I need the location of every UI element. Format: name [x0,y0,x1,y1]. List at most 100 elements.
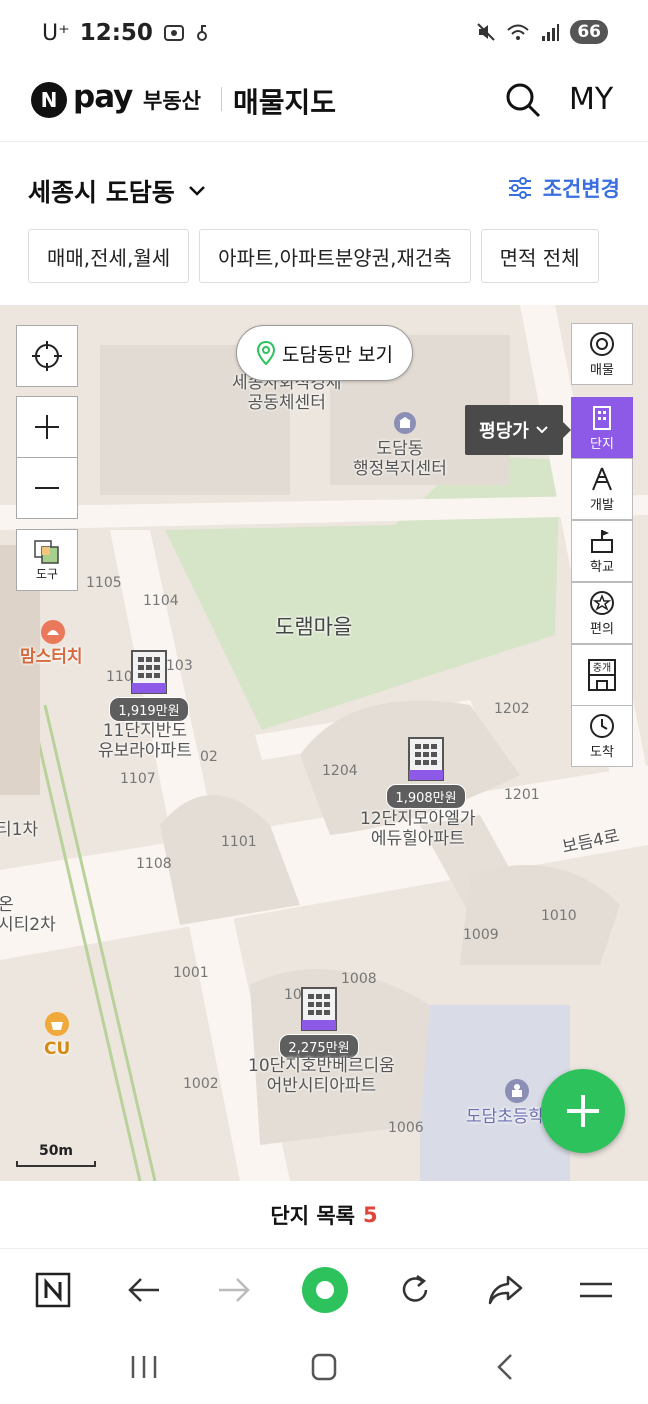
building-number: 1204 [322,763,358,779]
poi-label: 티1차 [0,820,39,840]
add-button[interactable] [541,1069,625,1153]
dong-only-button[interactable]: 도담동만 보기 [236,325,413,381]
complex-name[interactable]: 11단지반도 유보라아파트 [98,721,192,761]
hamburger-menu-icon [580,1282,612,1298]
building-number: 1002 [183,1076,219,1092]
clock-icon [590,713,614,738]
share-button[interactable] [485,1269,527,1311]
layer-complex-button[interactable]: 단지 [571,397,633,459]
convenience-store-icon [45,1012,69,1036]
layers-icon [34,539,59,564]
price-type-selector[interactable]: 평당가 [465,405,571,455]
complex-marker[interactable]: 2,275만원 [277,986,361,1059]
back-nav-icon[interactable] [486,1352,526,1382]
scale-bar [16,1161,96,1167]
filter-sliders-icon [508,177,531,199]
layer-arrival-button[interactable]: 도착 [571,705,633,767]
service-name[interactable]: 부동산 [143,85,201,115]
home-icon[interactable] [304,1352,344,1382]
system-navigation [0,1330,648,1404]
area-label: 도램마을 [275,615,353,639]
zoom-in-button[interactable] [16,396,78,458]
star-icon [590,590,614,615]
menu-button[interactable] [575,1269,617,1311]
layer-listings-button[interactable]: 매물 [571,323,633,385]
development-icon [592,467,612,490]
layer-amenities-button[interactable]: 편의 [571,582,633,644]
filter-chips: 매매,전세,월세 아파트,아파트분양권,재건축 면적 전체 [28,229,599,283]
building-number: 1201 [504,787,540,803]
complex-list-toggle[interactable]: 단지 목록 5 [0,1181,648,1249]
building-number: 1001 [173,965,209,981]
building-number: 1105 [86,575,122,591]
dong-only-label: 도담동만 보기 [282,343,393,366]
apartment-icon [408,737,444,781]
notification-icon [196,25,207,41]
location-selector[interactable]: 세종시 도담동 [28,173,207,209]
price-badge: 1,908만원 [386,784,466,809]
location-title: 세종시 도담동 [28,178,175,207]
layer-development-button[interactable]: 개발 [571,458,633,520]
school-flag-icon [591,529,613,553]
naver-home-button[interactable] [32,1269,74,1311]
building-number: 1108 [136,856,172,872]
pay-logo[interactable]: pay [73,79,133,115]
mute-icon [477,23,496,41]
green-dot-button[interactable] [300,1265,350,1315]
my-button[interactable]: MY [569,82,613,117]
scale-label: 50m [38,1143,74,1159]
complex-marker[interactable]: 1,908만원 [384,736,468,809]
back-button[interactable] [123,1269,165,1311]
price-type-label: 평당가 [479,421,529,442]
complex-name[interactable]: 12단지모아엘가 에듀힐아파트 [360,809,475,849]
carrier: U⁺ [42,20,70,46]
filter-trade-type[interactable]: 매매,전세,월세 [28,229,190,283]
screenshot-icon [163,25,184,41]
restaurant-icon [41,620,65,644]
forward-button[interactable] [213,1269,255,1311]
refresh-button[interactable] [394,1269,436,1311]
map-tools-label: 도구 [35,566,59,581]
poi-label: CU [44,1039,71,1059]
naver-logo[interactable]: N [31,82,67,118]
poi-label: 온 시티2차 [0,895,56,935]
complex-marker[interactable]: 1,919만원 [107,649,191,722]
price-badge: 1,919만원 [109,697,189,722]
building-number: 02 [200,749,218,765]
layer-school-button[interactable]: 학교 [571,520,633,582]
map-pin-icon [257,341,276,365]
building-number: 1008 [341,971,377,987]
map-tools-button[interactable]: 도구 [16,529,78,591]
app-header: N pay 부동산 매물지도 MY [0,68,648,142]
map-view[interactable]: 1105 1104 110 103 1107 02 1108 1101 1202… [0,305,648,1181]
battery-level: 66 [570,20,608,44]
broker-icon-text: 중개 [592,663,612,674]
recent-apps-icon[interactable] [124,1352,164,1382]
app-root: U⁺ 12:50 66 N pay 부동산 매물지도 MY 세종시 도담동 조건… [0,0,648,1404]
clock: 12:50 [79,20,153,46]
building-number: 1010 [541,908,577,924]
green-dot-icon [302,1267,348,1313]
change-conditions-button[interactable]: 조건변경 [507,173,620,203]
plus-icon [567,1095,599,1127]
filter-area[interactable]: 면적 전체 [480,229,599,283]
government-office-icon [394,412,416,434]
wifi-icon [507,24,529,40]
arrow-left-icon [128,1278,159,1302]
layer-broker-button[interactable]: 중개 [571,644,633,706]
zoom-out-button[interactable] [16,457,78,519]
header-divider [221,87,222,111]
complex-name[interactable]: 10단지호반베르디움 어반시티아파트 [248,1056,395,1096]
naver-n-icon [35,1272,71,1308]
search-icon[interactable] [503,80,543,120]
refresh-icon [402,1274,428,1302]
status-bar: U⁺ 12:50 66 [0,0,648,68]
school-icon [505,1079,529,1103]
minus-icon [35,487,59,489]
poi-label: 맘스터치 [20,647,83,667]
crosshair-icon [32,341,62,371]
filter-property-type[interactable]: 아파트,아파트분양권,재건축 [199,229,471,283]
building-number: 1107 [120,771,156,787]
my-location-button[interactable] [16,325,78,387]
chevron-down-icon [536,426,548,434]
